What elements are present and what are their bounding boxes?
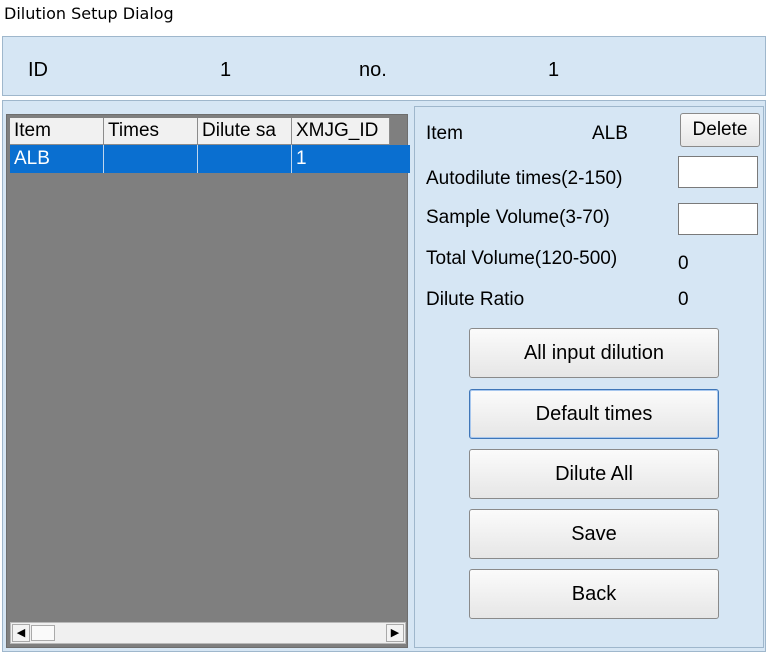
sample-volume-label: Sample Volume(3-70) [426, 207, 610, 228]
arrow-left-icon[interactable]: ◀ [12, 624, 30, 642]
column-header-xmjg-id[interactable]: XMJG_ID [292, 118, 390, 144]
back-button[interactable]: Back [469, 569, 719, 619]
item-label: Item [426, 123, 463, 144]
total-volume-value: 0 [678, 253, 689, 274]
table-row[interactable]: ALB 1 [10, 145, 410, 173]
save-button[interactable]: Save [469, 509, 719, 559]
total-volume-label: Total Volume(120-500) [426, 248, 618, 269]
no-value: 1 [548, 59, 560, 81]
autodilute-times-input[interactable] [678, 156, 758, 188]
column-header-dilute-sample[interactable]: Dilute sa [198, 118, 292, 144]
column-header-times[interactable]: Times [104, 118, 198, 144]
column-header-item[interactable]: Item [10, 118, 104, 144]
arrow-right-icon[interactable]: ▶ [386, 624, 404, 642]
cell-times[interactable] [104, 145, 198, 173]
all-input-dilution-button[interactable]: All input dilution [469, 328, 719, 378]
dilute-all-button[interactable]: Dilute All [469, 449, 719, 499]
cell-item[interactable]: ALB [10, 145, 104, 173]
scrollbar-thumb[interactable] [31, 625, 55, 641]
cell-dilute-sample[interactable] [198, 145, 292, 173]
sample-volume-input[interactable] [678, 203, 758, 235]
grid-header: Item Times Dilute sa XMJG_ID [10, 118, 390, 145]
no-label: no. [359, 59, 387, 81]
default-times-button[interactable]: Default times [469, 389, 719, 439]
dilute-ratio-value: 0 [678, 289, 689, 310]
dilute-ratio-label: Dilute Ratio [426, 289, 525, 310]
autodilute-times-label: Autodilute times(2-150) [426, 168, 623, 189]
horizontal-scrollbar[interactable]: ◀ ▶ [10, 622, 406, 644]
window-title: Dilution Setup Dialog [4, 4, 174, 23]
id-value: 1 [220, 59, 232, 81]
id-panel: ID 1 no. 1 [2, 36, 766, 96]
id-label: ID [28, 59, 48, 81]
item-value: ALB [592, 123, 628, 144]
delete-button[interactable]: Delete [680, 113, 760, 147]
dilution-grid[interactable] [6, 114, 408, 648]
cell-xmjg-id[interactable]: 1 [292, 145, 390, 173]
